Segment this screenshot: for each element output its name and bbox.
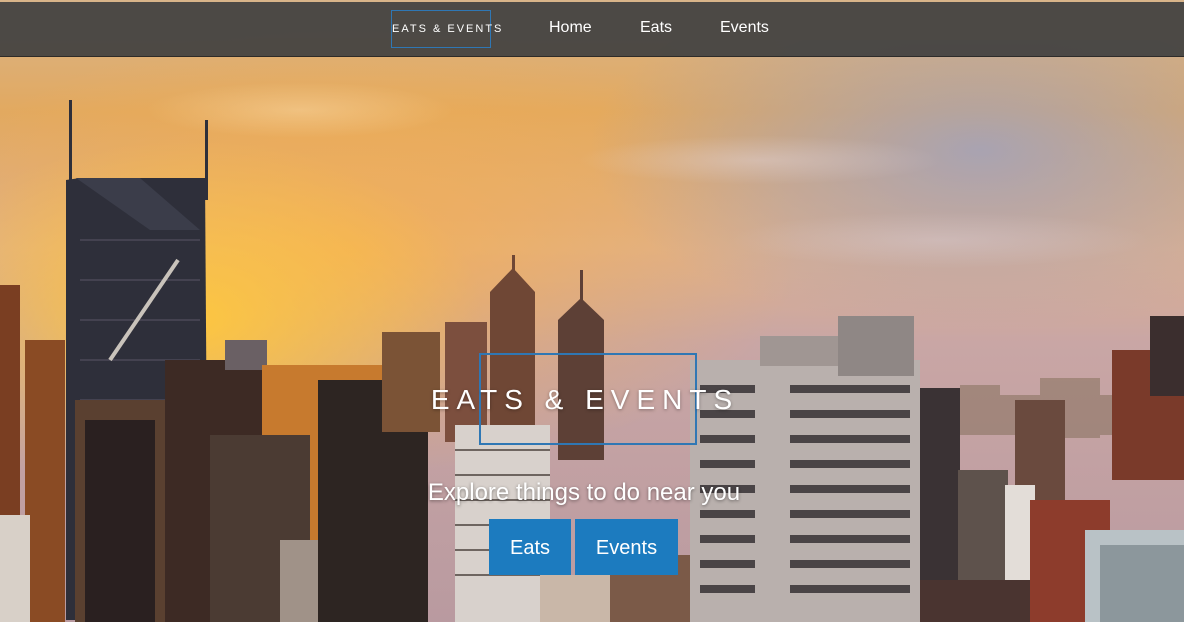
top-navbar: EATS & EVENTS Home Eats Events [0,2,1184,57]
hero-title: EATS & EVENTS [430,384,740,415]
eats-button[interactable]: Eats [489,519,571,575]
nav-link-home[interactable]: Home [549,19,592,37]
events-button[interactable]: Events [575,519,678,575]
page: EATS & EVENTS Home Eats Events EATS & EV… [0,0,1184,622]
hero-tagline: Explore things to do near you [427,479,741,506]
nav-link-eats[interactable]: Eats [640,19,672,37]
brand-logo[interactable]: EATS & EVENTS [391,10,501,48]
nav-link-events[interactable]: Events [720,19,769,37]
